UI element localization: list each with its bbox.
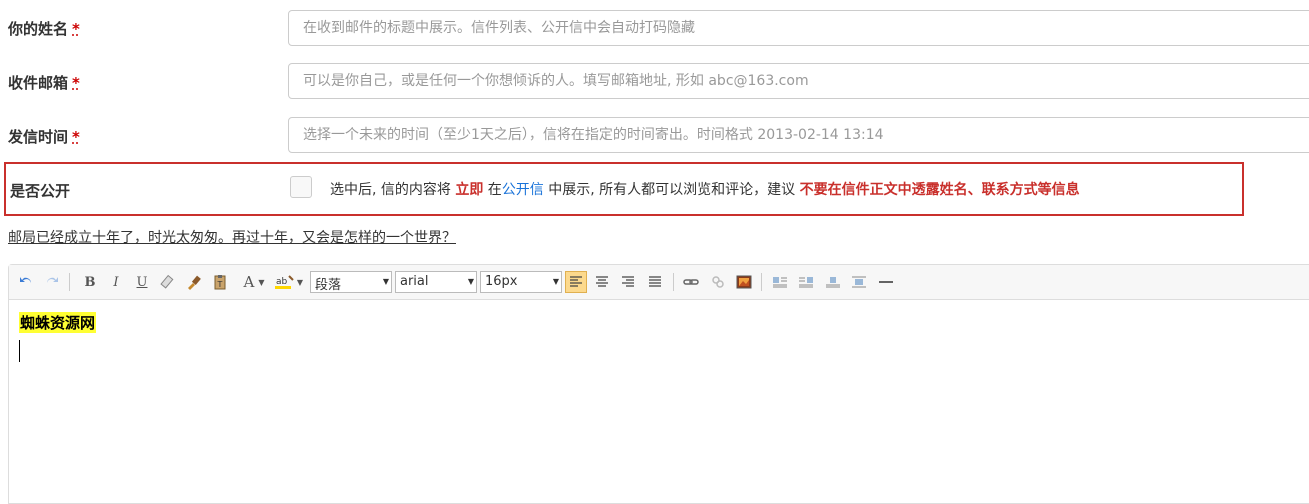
text-caret	[19, 340, 20, 362]
image-icon[interactable]	[735, 273, 753, 291]
link-icon[interactable]	[682, 273, 700, 291]
toolbar-separator	[761, 273, 762, 291]
public-label: 是否公开	[10, 182, 71, 200]
toolbar-separator	[673, 273, 674, 291]
name-label: 你的姓名 *	[8, 18, 80, 39]
font-size-select-value: 16px	[485, 274, 518, 289]
font-color-icon[interactable]: A ▼	[239, 273, 269, 291]
public-letter-link[interactable]: 公开信	[502, 182, 544, 198]
email-label: 收件邮箱 *	[8, 72, 80, 93]
italic-icon[interactable]: I	[107, 273, 125, 291]
align-center-icon[interactable]	[593, 273, 611, 291]
send-time-label-text: 发信时间	[8, 128, 69, 146]
rich-text-editor: B I U T A ▼ ab ▼ 段落 ▼ arial ▼ 16px ▼ 蜘蛛资…	[8, 264, 1309, 504]
font-family-select-value: arial	[400, 274, 429, 289]
undo-icon[interactable]	[17, 273, 35, 291]
editor-highlighted-text: 蜘蛛资源网	[19, 312, 97, 333]
quote-link[interactable]: 邮局已经成立十年了，时光太匆匆。再过十年，又会是怎样的一个世界？	[8, 227, 456, 247]
required-mark: *	[72, 20, 80, 38]
editor-toolbar: B I U T A ▼ ab ▼ 段落 ▼ arial ▼ 16px ▼	[9, 265, 1309, 300]
immediate-text: 立即	[455, 182, 484, 198]
public-description: 选中后, 信的内容将 立即 在公开信 中展示, 所有人都可以浏览和评论，建议 不…	[330, 179, 1080, 199]
float-right-icon[interactable]	[797, 273, 815, 291]
public-option-box: 是否公开 选中后, 信的内容将 立即 在公开信 中展示, 所有人都可以浏览和评论…	[4, 162, 1244, 216]
float-none-icon[interactable]	[824, 273, 842, 291]
name-label-text: 你的姓名	[8, 20, 69, 38]
chevron-down-icon: ▼	[552, 277, 559, 286]
bold-icon[interactable]: B	[81, 273, 99, 291]
float-left-icon[interactable]	[771, 273, 789, 291]
paragraph-select-value: 段落	[315, 278, 342, 293]
svg-text:T: T	[217, 280, 223, 289]
email-input[interactable]	[288, 63, 1309, 99]
redo-icon[interactable]	[43, 273, 61, 291]
paste-text-icon[interactable]: T	[211, 273, 229, 291]
align-right-icon[interactable]	[619, 273, 637, 291]
chevron-down-icon: ▼	[382, 277, 389, 286]
underline-icon[interactable]: U	[133, 273, 151, 291]
font-family-select[interactable]: arial ▼	[395, 271, 477, 293]
eraser-icon[interactable]	[159, 273, 177, 291]
center-image-icon[interactable]	[850, 273, 868, 291]
public-text-2: 在	[483, 182, 502, 198]
highlight-color-icon[interactable]: ab ▼	[273, 273, 305, 291]
required-mark: *	[72, 74, 80, 92]
align-justify-icon[interactable]	[646, 273, 664, 291]
paragraph-select[interactable]: 段落 ▼	[310, 271, 392, 293]
required-mark: *	[72, 128, 80, 146]
align-left-icon[interactable]	[565, 271, 587, 293]
email-label-text: 收件邮箱	[8, 74, 69, 92]
send-time-input[interactable]	[288, 117, 1309, 153]
unlink-icon[interactable]	[709, 273, 727, 291]
horizontal-rule-icon[interactable]	[877, 273, 895, 291]
format-brush-icon[interactable]	[185, 273, 203, 291]
editor-content[interactable]: 蜘蛛资源网	[9, 300, 1309, 500]
public-checkbox[interactable]	[290, 176, 312, 198]
privacy-warning: 不要在信件正文中透露姓名、联系方式等信息	[799, 182, 1080, 198]
public-text-3: 中展示, 所有人都可以浏览和评论，建议	[543, 182, 800, 198]
font-size-select[interactable]: 16px ▼	[480, 271, 562, 293]
svg-text:ab: ab	[276, 277, 288, 287]
send-time-label: 发信时间 *	[8, 126, 80, 147]
public-text-1: 选中后, 信的内容将	[330, 182, 456, 198]
toolbar-separator	[69, 273, 70, 291]
chevron-down-icon: ▼	[467, 277, 474, 286]
name-input[interactable]	[288, 10, 1309, 46]
